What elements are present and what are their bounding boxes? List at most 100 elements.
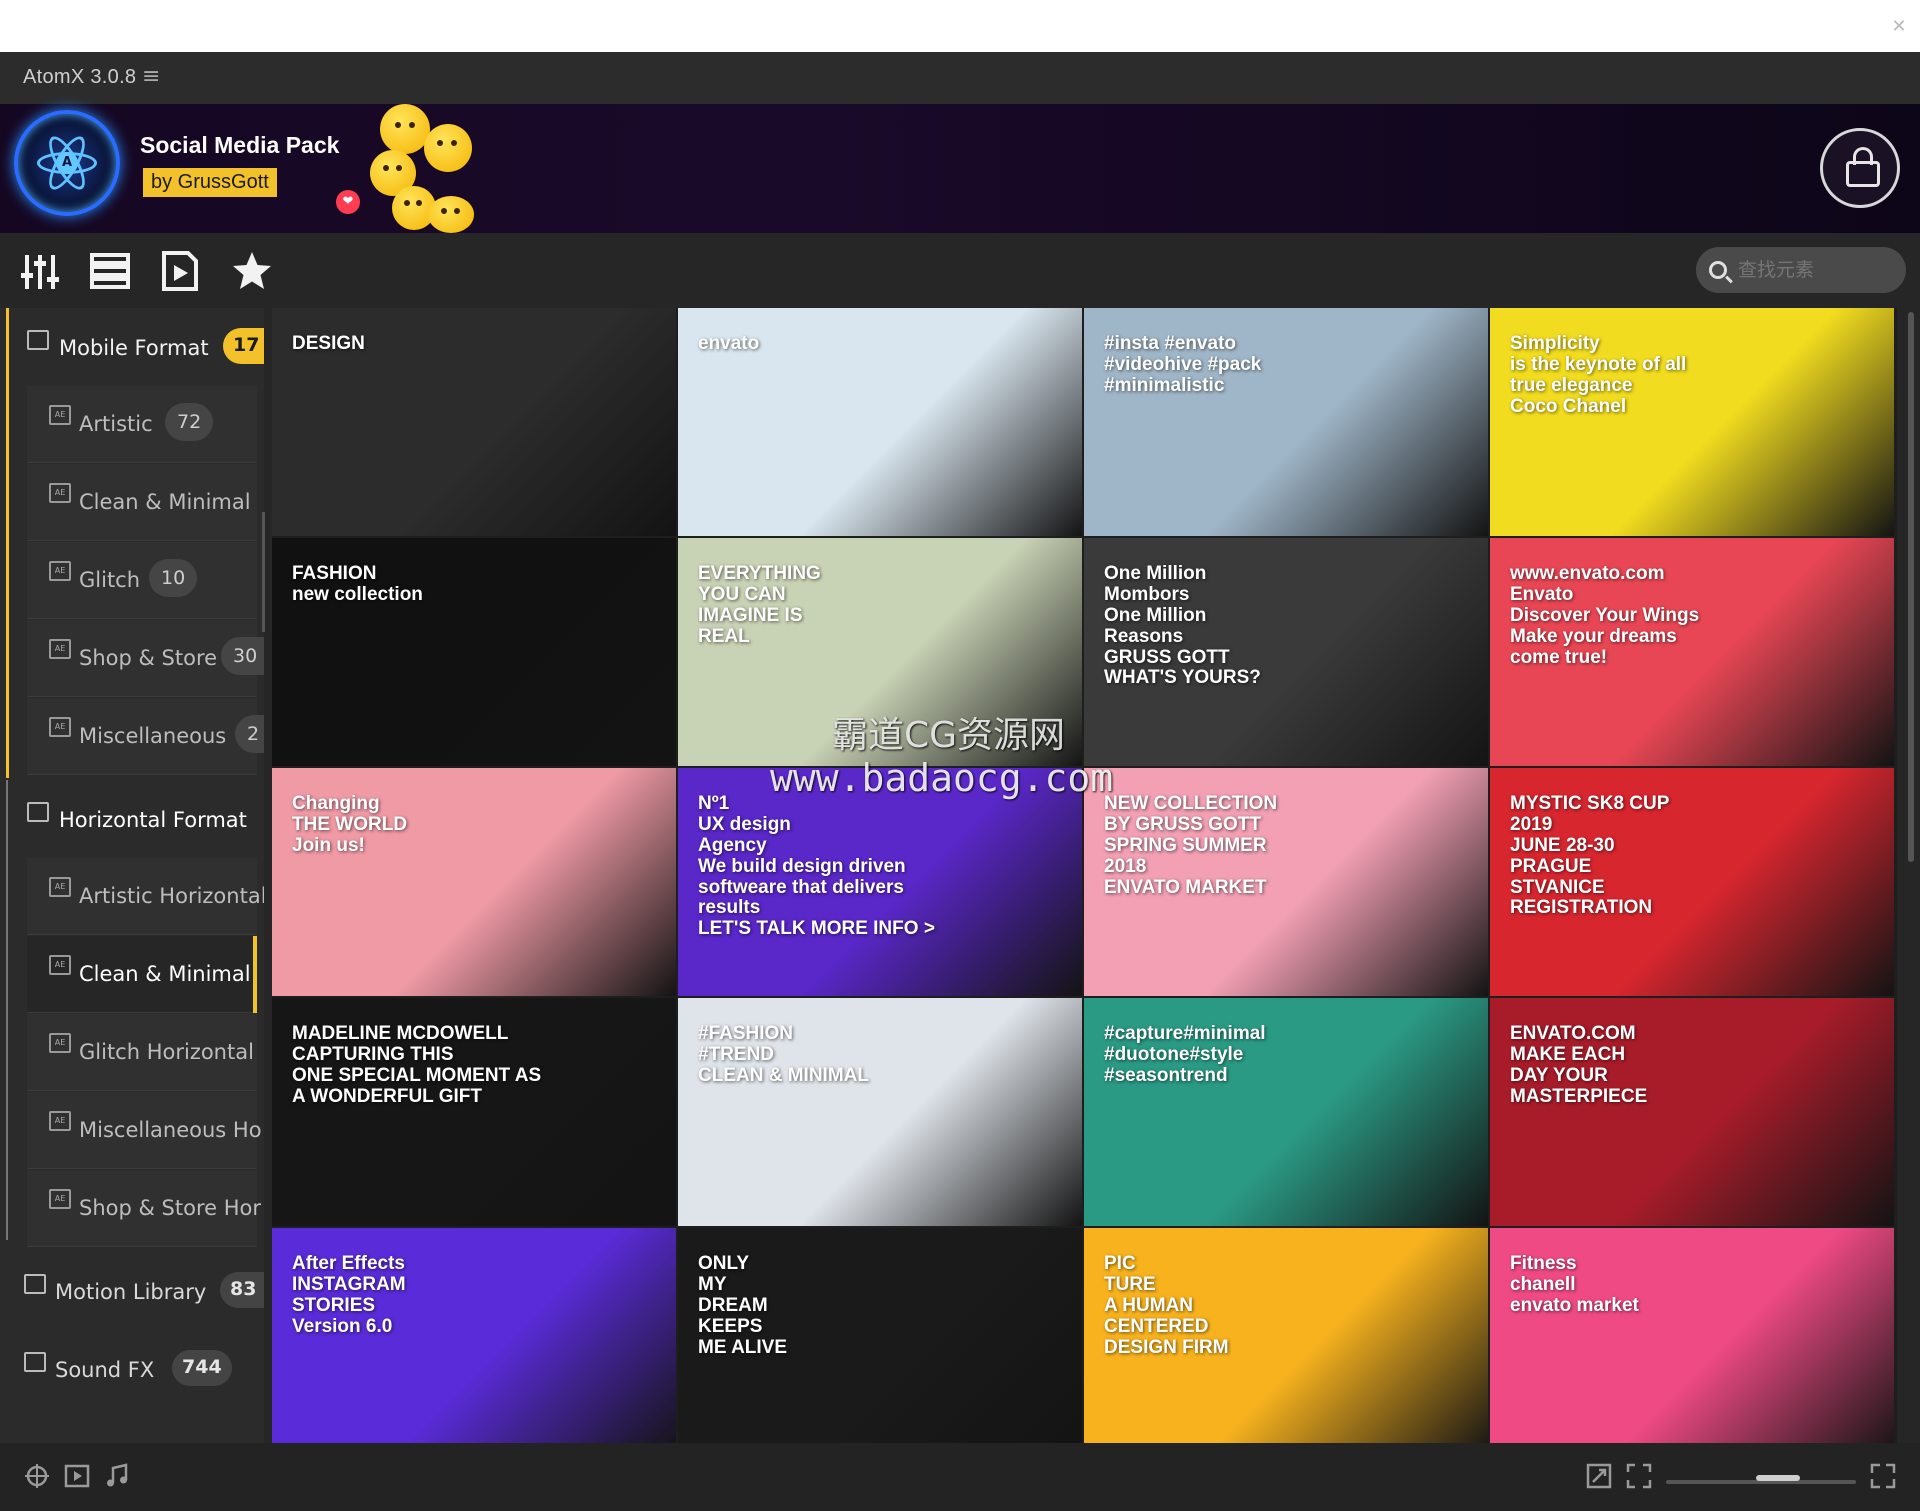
subcategory-shop-store[interactable]: AE Shop & Store 30 [27,620,264,697]
ae-file-icon: AE [49,1111,71,1131]
tile-envato-face[interactable]: envato [678,308,1082,536]
subcategory-count: 72 [165,403,214,441]
folder-icon [24,1352,46,1372]
tile-caption: After Effects INSTAGRAM STORIES Version … [292,1253,406,1337]
list-icon[interactable] [88,249,132,293]
tile-discover[interactable]: www.envato.com Envato Discover Your Wing… [1490,538,1894,766]
tile-caption: ENVATO.COM MAKE EACH DAY YOUR MASTERPIEC… [1510,1023,1648,1107]
subcategory-label: Clean & Minimal [79,962,251,986]
tile-picture[interactable]: PIC TURE A HUMAN CENTERED DESIGN FIRM [1084,1228,1488,1443]
tile-caption: Changing THE WORLD Join us! [292,793,408,856]
video-icon[interactable] [64,1463,90,1489]
ae-file-icon: AE [49,717,71,737]
pack-banner: A Social Media Pack by GrussGott ❤ [0,104,1920,233]
expand-icon[interactable] [1870,1463,1896,1489]
subcategory-count: 2 [235,715,264,753]
tile-design[interactable]: DESIGN [272,308,676,536]
subcategory-shop-store-horizontal[interactable]: AE Shop & Store Hor [27,1170,261,1247]
target-icon[interactable] [24,1463,50,1489]
tile-caption: www.envato.com Envato Discover Your Wing… [1510,563,1700,668]
tile-ux-agency[interactable]: Nº1 UX design Agency We build design dri… [678,768,1082,996]
subcategory-label: Glitch [79,568,141,592]
tile-mystic[interactable]: MYSTIC SK8 CUP 2019 JUNE 28-30 PRAGUE ST… [1490,768,1894,996]
tile-caption: EVERYTHING YOU CAN IMAGINE IS REAL [698,563,821,647]
star-icon[interactable] [230,249,274,293]
search-icon [1709,261,1727,279]
tile-caption: MADELINE MCDOWELL CAPTURING THIS ONE SPE… [292,1023,542,1107]
tile-masterpiece[interactable]: ENVATO.COM MAKE EACH DAY YOUR MASTERPIEC… [1490,998,1894,1226]
category-count: 83 [220,1272,264,1308]
tile-caption: NEW COLLECTION BY GRUSS GOTT SPRING SUMM… [1104,793,1278,898]
tile-changing-world[interactable]: Changing THE WORLD Join us! [272,768,676,996]
tile-fashion[interactable]: FASHION new collection [272,538,676,766]
tile-instagram-stories[interactable]: After Effects INSTAGRAM STORIES Version … [272,1228,676,1443]
category-sound-fx[interactable]: Sound FX 744 [0,1330,262,1424]
category-sidebar: Mobile Format 17 AE Artistic 72 AE Clean… [0,308,264,1443]
subcategory-count: 10 [149,559,198,597]
emoji-decoration [380,104,430,154]
subcategory-label: Shop & Store Hor [79,1196,261,1220]
subcategory-label: Glitch Horizontal [79,1040,254,1064]
subcategory-glitch[interactable]: AE Glitch 10 [27,542,257,619]
tile-hash-fashion[interactable]: #FASHION #TREND CLEAN & MINIMAL [678,998,1082,1226]
emoji-decoration [428,196,474,233]
zoom-slider-knob[interactable] [1756,1475,1800,1481]
subcategory-label: Clean & Minimal [79,490,251,514]
crop-icon[interactable] [1626,1463,1652,1489]
tile-seasontrend[interactable]: #capture#minimal #duotone#style #seasont… [1084,998,1488,1226]
subcategory-glitch-horizontal[interactable]: AE Glitch Horizontal [27,1014,257,1091]
category-label: Sound FX [55,1358,155,1382]
bag-icon-body [1846,161,1880,187]
subcategory-clean-minimal-horizontal[interactable]: AE Clean & Minimal [27,936,257,1013]
ae-file-icon: AE [49,561,71,581]
subcategory-miscellaneous-horizontal[interactable]: AE Miscellaneous Ho [27,1092,262,1169]
toolbar [0,233,1920,308]
search-input[interactable] [1696,247,1906,293]
subcategory-artistic[interactable]: AE Artistic 72 [27,386,257,463]
subcategory-count: 30 [221,637,264,675]
category-label: Horizontal Format [59,808,247,832]
app-title: AtomX 3.0.8 [23,66,137,88]
watermark-text: 霸道CG资源网 [832,715,1066,756]
tile-caption: Fitness chanell envato market [1510,1253,1639,1316]
music-icon[interactable] [104,1463,130,1489]
tile-madeline[interactable]: MADELINE MCDOWELL CAPTURING THIS ONE SPE… [272,998,676,1226]
category-label: Mobile Format [59,336,209,360]
grid-scrollbar[interactable] [1908,312,1914,862]
emoji-decoration [424,124,472,172]
subcategory-miscellaneous[interactable]: AE Miscellaneous 2 [27,698,264,775]
watermark-url: www.badaocg.com [770,756,1114,800]
subcategory-label: Shop & Store [79,646,218,670]
sidebar-scrollbar[interactable] [262,512,265,632]
tile-minimalistic[interactable]: #insta #envato #videohive #pack #minimal… [1084,308,1488,536]
category-count: 744 [172,1350,232,1386]
shop-button[interactable] [1820,128,1900,208]
tile-simplicity[interactable]: Simplicity is the keynote of all true el… [1490,308,1894,536]
menu-icon[interactable]: ≡ [142,64,160,89]
ae-file-icon: AE [49,1033,71,1053]
resize-icon[interactable] [1586,1463,1612,1489]
ae-file-icon: AE [49,955,71,975]
folder-icon [27,802,49,822]
subcategory-artistic-horizontal[interactable]: AE Artistic Horizontal [27,858,264,935]
close-icon[interactable]: ✕ [1886,14,1912,40]
browser-strip: ✕ [0,0,1920,52]
preset-grid: DESIGN envato #insta #envato #videohive #p… [272,308,1897,1443]
tile-fitness[interactable]: Fitness chanell envato market [1490,1228,1894,1443]
tile-caption: Simplicity is the keynote of all true el… [1510,333,1687,417]
ae-file-icon: AE [49,639,71,659]
tile-caption: #capture#minimal #duotone#style #seasont… [1104,1023,1266,1086]
subcategory-label: Artistic Horizontal [79,884,264,908]
preview-icon[interactable] [158,249,202,293]
tile-caption: FASHION new collection [292,563,423,605]
logo-letter: A [56,152,78,174]
heart-icon: ❤ [336,190,360,214]
folder-icon [24,1274,46,1294]
title-bar: AtomX 3.0.8 ≡ [0,52,1920,104]
ae-file-icon: AE [49,483,71,503]
subcategory-clean-minimal[interactable]: AE Clean & Minimal [27,464,257,541]
tile-only-my-dream[interactable]: ONLY MY DREAM KEEPS ME ALIVE [678,1228,1082,1443]
tile-strawberry[interactable]: NEW COLLECTION BY GRUSS GOTT SPRING SUMM… [1084,768,1488,996]
sliders-icon[interactable] [18,249,62,293]
tile-one-million[interactable]: One Million Mombors One Million Reasons … [1084,538,1488,766]
